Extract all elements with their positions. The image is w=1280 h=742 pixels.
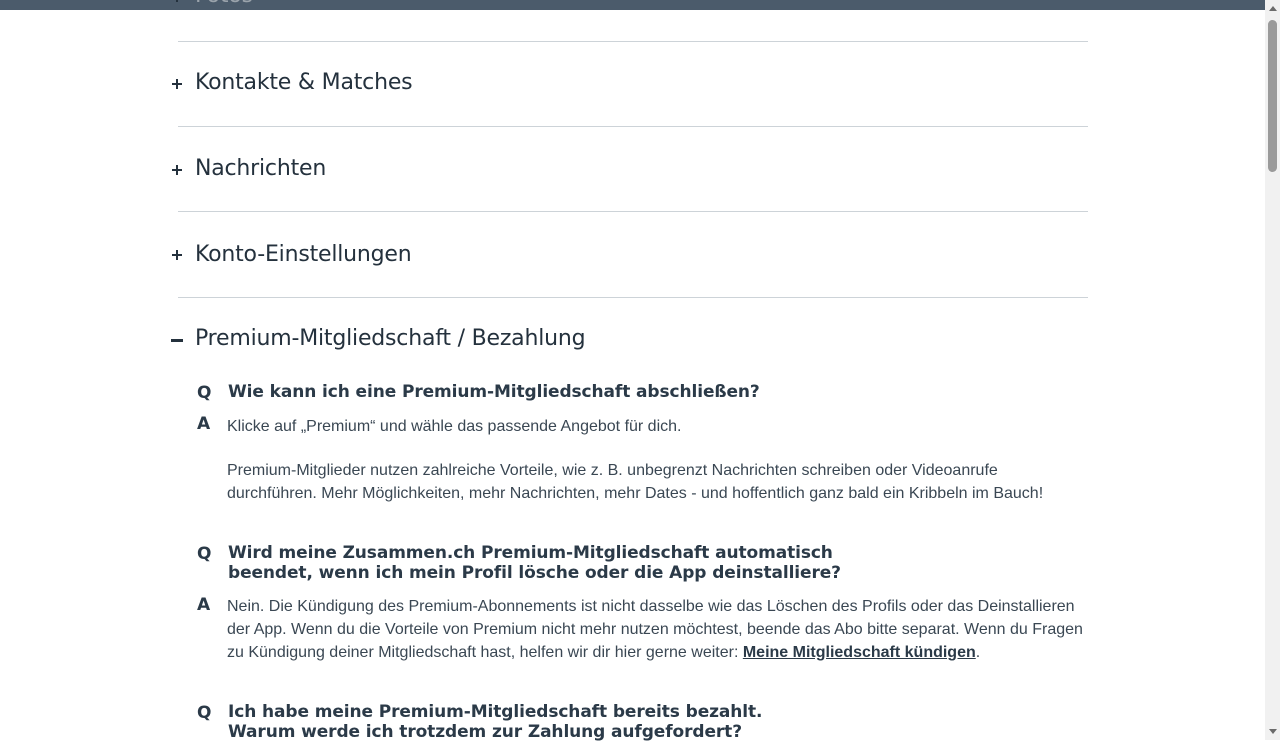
faq-question-1-line-1: Wie kann ich eine Premium-Mitgliedschaft… bbox=[228, 382, 760, 402]
faq-question-1: Wie kann ich eine Premium-Mitgliedschaft… bbox=[228, 382, 760, 402]
section-title-nachrichten[interactable]: Nachrichten bbox=[195, 156, 326, 181]
faq-question-2-line-2: beendet, wenn ich mein Profil lösche ode… bbox=[228, 563, 841, 583]
expand-fotos-icon[interactable] bbox=[168, 0, 186, 6]
divider bbox=[178, 297, 1088, 298]
collapse-premium-icon[interactable] bbox=[168, 331, 186, 349]
question-mark-label: Q bbox=[197, 703, 212, 723]
section-title-konto[interactable]: Konto-Einstellungen bbox=[195, 242, 412, 267]
divider bbox=[178, 41, 1088, 42]
faq-answer-2-line-1: Nein. Die Kündigung des Premium-Abonneme… bbox=[227, 598, 1075, 615]
section-title-premium[interactable]: Premium-Mitgliedschaft / Bezahlung bbox=[195, 326, 586, 351]
section-title-kontakte[interactable]: Kontakte & Matches bbox=[195, 70, 413, 95]
faq-answer-2: Nein. Die Kündigung des Premium-Abonneme… bbox=[227, 595, 1087, 664]
faq-answer-1: Klicke auf „Premium“ und wähle das passe… bbox=[227, 415, 1087, 438]
expand-kontakte-icon[interactable] bbox=[168, 75, 186, 93]
expand-konto-icon[interactable] bbox=[168, 246, 186, 264]
faq-question-3-line-2: Warum werde ich trotzdem zur Zahlung auf… bbox=[228, 722, 742, 742]
scroll-up-arrow-icon[interactable] bbox=[1269, 6, 1277, 11]
faq-answer-2-line-3-text: zu Kündigung deiner Mitgliedschaft hast,… bbox=[227, 644, 743, 661]
faq-answer-1-p1: Klicke auf „Premium“ und wähle das passe… bbox=[227, 418, 682, 435]
faq-answer-2-line-3-end: . bbox=[975, 644, 981, 661]
section-title-fotos[interactable]: Fotos bbox=[195, 0, 253, 8]
divider bbox=[178, 211, 1088, 212]
faq-content: Fotos Kontakte & Matches Nachrichten Kon… bbox=[0, 0, 1265, 742]
answer-mark-label: A bbox=[197, 595, 211, 615]
faq-answer-2-line-3: zu Kündigung deiner Mitgliedschaft hast,… bbox=[227, 641, 1087, 664]
faq-answer-1-p2-line-1: Premium-Mitglieder nutzen zahlreiche Vor… bbox=[227, 462, 998, 479]
faq-question-2-line-1: Wird meine Zusammen.ch Premium-Mitglieds… bbox=[228, 543, 833, 563]
scrollbar-thumb[interactable] bbox=[1268, 20, 1277, 172]
faq-question-3-line-1: Ich habe meine Premium-Mitgliedschaft be… bbox=[228, 702, 763, 722]
expand-nachrichten-icon[interactable] bbox=[168, 161, 186, 179]
faq-answer-2-line-2: der App. Wenn du die Vorteile von Premiu… bbox=[227, 621, 1083, 638]
question-mark-label: Q bbox=[197, 544, 212, 564]
faq-question-3: Ich habe meine Premium-Mitgliedschaft be… bbox=[228, 702, 763, 742]
cancel-membership-link[interactable]: Meine Mitgliedschaft kündigen bbox=[743, 644, 976, 661]
divider bbox=[178, 126, 1088, 127]
question-mark-label: Q bbox=[197, 383, 212, 403]
faq-answer-1-p2-line-2: durchführen. Mehr Möglichkeiten, mehr Na… bbox=[227, 485, 1044, 502]
faq-question-2: Wird meine Zusammen.ch Premium-Mitglieds… bbox=[228, 543, 841, 583]
answer-mark-label: A bbox=[197, 414, 211, 434]
scroll-down-arrow-icon[interactable] bbox=[1269, 729, 1277, 734]
faq-answer-1-p2: Premium-Mitglieder nutzen zahlreiche Vor… bbox=[227, 459, 1087, 505]
